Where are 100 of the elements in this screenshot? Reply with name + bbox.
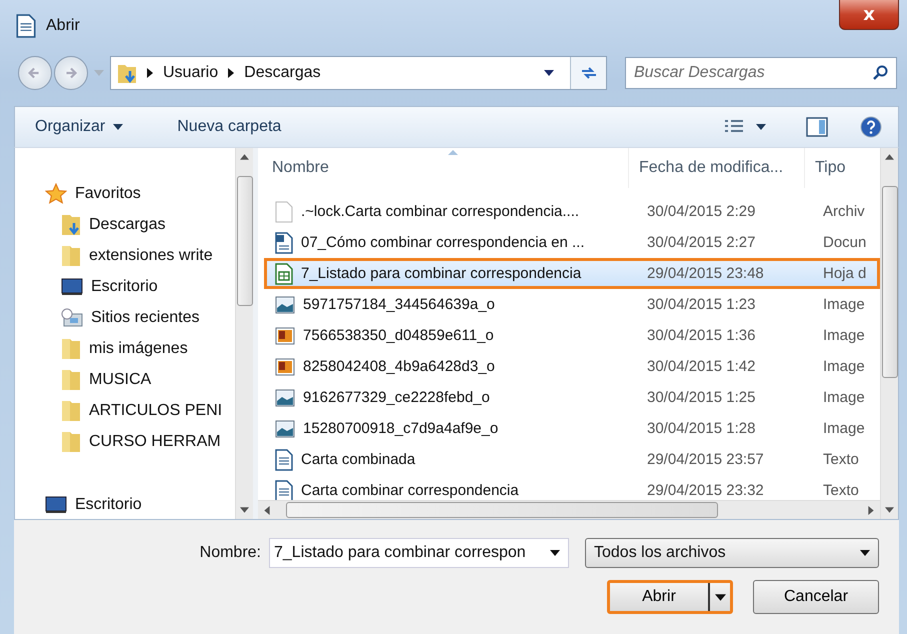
scroll-left-icon[interactable] [264, 506, 270, 514]
image-file-icon [275, 326, 295, 344]
view-list-icon[interactable] [724, 119, 744, 135]
table-cell-text: 30/04/2015 2:29 [646, 203, 756, 220]
scroll-thumb[interactable] [882, 186, 898, 378]
table-cell-text: Texto [822, 451, 860, 468]
document-icon [16, 14, 36, 38]
sidebar-item[interactable]: extensiones write [89, 246, 213, 264]
file-name[interactable]: .~lock.Carta combinar correspondencia.... [301, 203, 580, 220]
table-cell-text: 29/04/2015 23:48 [646, 265, 765, 282]
file-type-dropdown[interactable]: Todos los archivos [585, 538, 879, 568]
caret-icon[interactable] [550, 550, 560, 556]
open-button[interactable]: Abrir [607, 580, 733, 614]
file-name[interactable]: 7566538350_d04859e611_o [303, 327, 494, 344]
breadcrumb[interactable]: Usuario [163, 64, 218, 82]
preview-pane-icon[interactable] [806, 117, 828, 137]
file-name[interactable]: 5971757184_344564639a_o [303, 296, 495, 313]
sidebar-item[interactable]: Escritorio [75, 496, 142, 514]
sidebar-item[interactable]: MUSICA [89, 370, 152, 388]
column-header[interactable]: Fecha de modifica... [628, 148, 804, 188]
scroll-down-icon[interactable] [885, 507, 894, 513]
table-cell-text: Image [822, 358, 866, 375]
scroll-thumb[interactable] [286, 502, 718, 518]
file-name[interactable]: 15280700918_c7d9a4af9e_o [303, 420, 498, 437]
chevron-icon[interactable] [228, 68, 234, 78]
search-icon[interactable] [873, 65, 889, 81]
column-header[interactable]: Nombre [258, 159, 628, 177]
recent-places-icon [61, 308, 83, 328]
file-icon [275, 200, 293, 222]
sidebar-item[interactable]: ARTICULOS PENI [89, 402, 222, 420]
scrollbar[interactable] [880, 148, 898, 519]
table-cell-text: 30/04/2015 1:28 [646, 420, 756, 437]
scroll-down-icon[interactable] [240, 507, 249, 513]
table-cell-text: 30/04/2015 1:36 [646, 327, 756, 344]
file-name[interactable]: 8258042408_4b9a6428d3_o [303, 358, 495, 375]
selected-row[interactable]: 7_Listado para combinar correspondencia 29/04/2015 23:48 Hoja d [264, 258, 880, 289]
search-field[interactable]: Buscar Descargas [625, 57, 897, 89]
scrollbar[interactable] [235, 148, 253, 519]
folder-icon [61, 368, 81, 390]
text-document-icon [275, 480, 293, 500]
scroll-up-icon[interactable] [885, 154, 894, 160]
sidebar-item[interactable]: Descargas [89, 216, 166, 234]
refresh-button[interactable] [570, 57, 606, 89]
star-icon [45, 182, 67, 204]
caret-icon[interactable] [860, 550, 870, 556]
breadcrumb[interactable]: Descargas [244, 64, 321, 82]
chevron-icon[interactable] [147, 68, 153, 78]
caret-icon[interactable] [113, 124, 124, 130]
image-file-icon [275, 420, 295, 438]
sidebar-item[interactable]: Favoritos [75, 184, 141, 202]
caret-icon[interactable] [756, 124, 766, 130]
sort-arrow-icon [448, 150, 458, 155]
close-button[interactable]: x [839, 0, 899, 30]
table-cell-text: 30/04/2015 1:25 [646, 389, 756, 406]
table-cell-text: Image [822, 420, 866, 437]
image-file-icon [275, 296, 295, 314]
scroll-right-icon[interactable] [868, 506, 874, 514]
field-label: Nombre: [200, 544, 261, 562]
toolbar-button[interactable]: Nueva carpeta [171, 114, 288, 140]
table-cell-text: Texto [822, 482, 860, 499]
folder-icon [61, 400, 81, 422]
caret-icon[interactable] [714, 594, 726, 600]
folder-icon [61, 244, 81, 266]
spreadsheet-icon [275, 262, 293, 284]
sidebar-item[interactable]: CURSO HERRAM [89, 432, 221, 450]
scroll-thumb[interactable] [236, 176, 252, 306]
table-cell-text: 30/04/2015 2:27 [646, 234, 756, 251]
download-folder-icon [61, 214, 81, 236]
file-name[interactable]: 7_Listado para combinar correspondencia [301, 265, 582, 282]
table-cell-text: Archiv [822, 203, 866, 220]
monitor-icon [45, 496, 67, 514]
table-cell-text: 29/04/2015 23:32 [646, 482, 765, 499]
table-cell-text: Hoja d [822, 265, 868, 282]
file-name[interactable]: 9162677329_ce2228febd_o [303, 389, 490, 406]
toolbar-button[interactable]: Organizar [29, 114, 130, 140]
file-name[interactable]: Carta combinada [301, 451, 416, 468]
table-cell-text: Image [822, 296, 866, 313]
sidebar-item[interactable]: Escritorio [91, 278, 158, 296]
address-bar[interactable]: Usuario Descargas [110, 56, 607, 90]
table-cell-text: 29/04/2015 23:57 [646, 451, 765, 468]
table-cell-text: Image [822, 327, 866, 344]
file-name[interactable]: Carta combinar correspondencia [301, 482, 519, 499]
scroll-up-icon[interactable] [240, 154, 249, 160]
window-title: Abrir [46, 17, 80, 35]
filename-field[interactable]: 7_Listado para combinar correspon [269, 538, 569, 568]
caret-icon[interactable] [544, 70, 554, 76]
sidebar-item[interactable]: mis imágenes [89, 340, 188, 358]
image-file-icon [275, 358, 295, 376]
file-name[interactable]: 07_Cómo combinar correspondencia en ... [301, 234, 584, 251]
scrollbar[interactable] [258, 500, 880, 519]
word-document-icon [275, 232, 293, 254]
table-cell-text: Docun [822, 234, 868, 251]
folder-icon [61, 430, 81, 452]
table-cell-text: 30/04/2015 1:23 [646, 296, 756, 313]
cancel-button[interactable]: Cancelar [753, 580, 879, 614]
sidebar-item[interactable]: Sitios recientes [91, 308, 200, 326]
table-cell-text: Image [822, 389, 866, 406]
text-document-icon [275, 448, 293, 470]
folder-icon [117, 62, 137, 84]
help-icon[interactable] [860, 116, 882, 138]
